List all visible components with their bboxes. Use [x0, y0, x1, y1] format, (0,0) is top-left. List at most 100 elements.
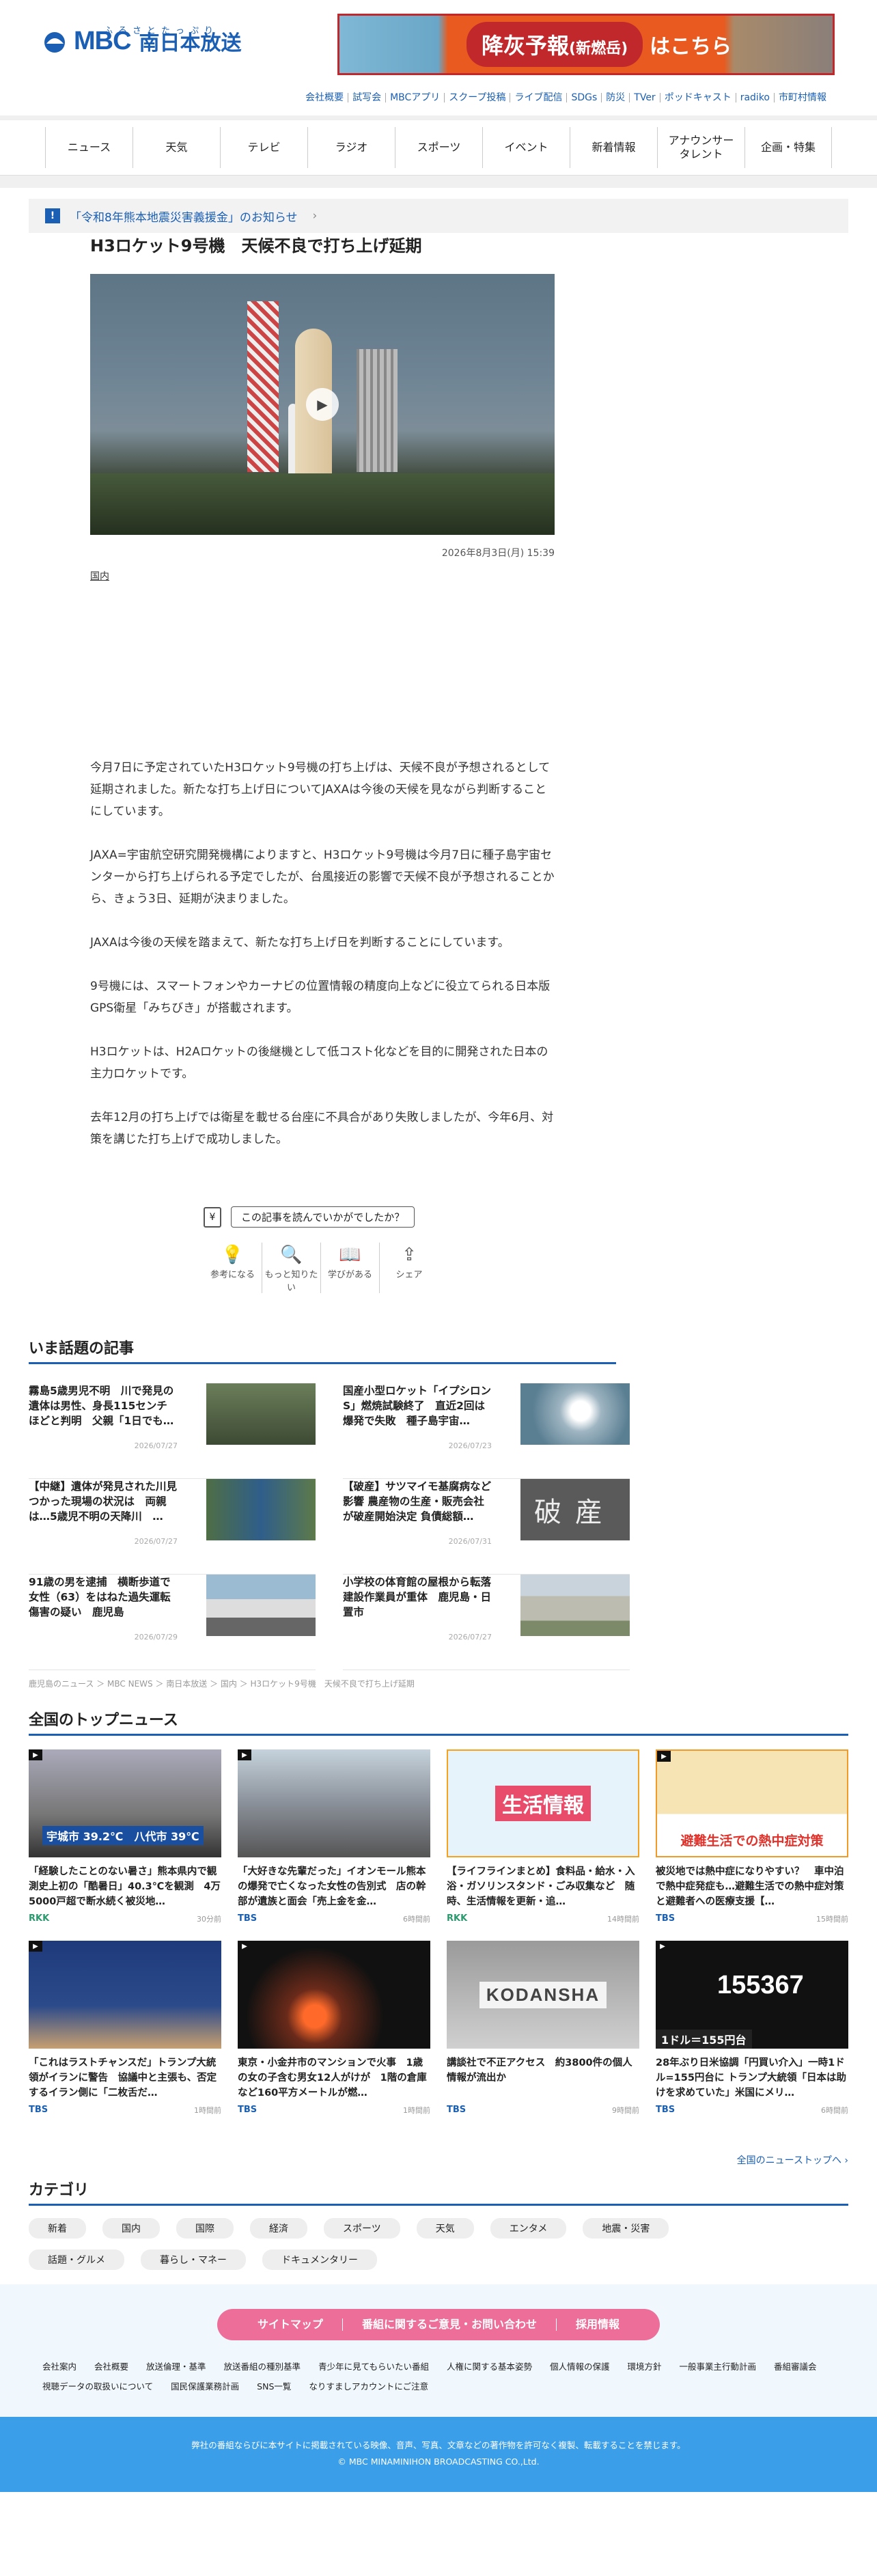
- trending-item[interactable]: 【中継】遺体が発見された川見つかった現場の状況は 両親は…5歳児不明の天降川 ……: [29, 1479, 316, 1575]
- trending-item[interactable]: 霧島5歳男児不明 川で発見の遺体は男性、身長115センチほどと判明 父親「1日で…: [29, 1383, 316, 1479]
- footer-link[interactable]: 放送番組の種別基準: [224, 2359, 301, 2372]
- share-button[interactable]: ⇪ シェア: [380, 1243, 439, 1293]
- news-card[interactable]: ▶ 「大好きな先輩だった」イオンモール熊本の爆発で亡くなった女性の告別式 店の幹…: [238, 1749, 430, 1924]
- category-chip[interactable]: 地震・災害: [583, 2218, 669, 2239]
- news-time: 6時間前: [821, 2106, 848, 2115]
- nav-item-sports[interactable]: スポーツ: [395, 127, 482, 168]
- category-chip[interactable]: 新着: [29, 2218, 86, 2239]
- footer-link[interactable]: 会社概要: [94, 2359, 128, 2372]
- nav-item-radio[interactable]: ラジオ: [307, 127, 395, 168]
- play-icon: ▶: [657, 1751, 671, 1762]
- news-title: 「大好きな先輩だった」イオンモール熊本の爆発で亡くなった女性の告別式 店の幹部が…: [238, 1866, 426, 1907]
- footer-link[interactable]: 会社案内: [42, 2359, 76, 2372]
- trending-item[interactable]: 【破産】サツマイモ基腐病など影響 農産物の生産・販売会社が破産開始決定 負債総額…: [343, 1479, 630, 1575]
- nav-item-tv[interactable]: テレビ: [220, 127, 307, 168]
- national-news-section: 全国のトップニュース ▶ 宇城市 39.2℃ 八代市 39℃ 「経験したことのな…: [29, 1708, 848, 2116]
- site-logo[interactable]: ふるさとたっぷり MBC 南日本放送: [41, 26, 242, 56]
- lightbulb-icon: 💡: [221, 1245, 244, 1265]
- news-source: TBS: [238, 2105, 257, 2115]
- footer-link[interactable]: 一般事業主行動計画: [680, 2359, 757, 2372]
- top-link[interactable]: radiko: [735, 93, 774, 102]
- category-chip[interactable]: 天気: [416, 2218, 474, 2239]
- heatstroke-label: 避難生活での熱中症対策: [680, 1833, 824, 1848]
- footer-link[interactable]: 番組審議会: [774, 2359, 817, 2372]
- book-icon: 📖: [339, 1245, 361, 1265]
- top-link[interactable]: 試写会: [348, 93, 385, 102]
- nav-item-new[interactable]: 新着情報: [570, 127, 657, 168]
- category-chip[interactable]: ドキュメンタリー: [262, 2249, 377, 2270]
- breadcrumb[interactable]: 鹿児島のニュース ＞ MBC NEWS ＞ 南日本放送 ＞ 国内 ＞ H3ロケッ…: [29, 1678, 415, 1689]
- nav-item-weather[interactable]: 天気: [133, 127, 220, 168]
- top-link[interactable]: 市町村情報: [774, 93, 831, 102]
- sitemap-link[interactable]: サイトマップ: [238, 2318, 342, 2331]
- copyright-bar: 弊社の番組ならびに本サイトに掲載されている映像、音声、写真、文章などの著作物を許…: [0, 2417, 877, 2492]
- footer-link[interactable]: 青少年に見てもらいたい番組: [318, 2359, 429, 2372]
- category-chip[interactable]: 経済: [250, 2218, 307, 2239]
- top-link[interactable]: ポッドキャスト: [659, 93, 736, 102]
- top-link[interactable]: SDGs: [566, 93, 601, 102]
- learned-button[interactable]: 📖 学びがある: [321, 1243, 380, 1293]
- trending-item[interactable]: 91歳の男を逮捕 横断歩道で女性（63）をはねた過失運転傷害の疑い 鹿児島 202…: [29, 1575, 316, 1670]
- trending-item-title: 小学校の体育館の屋根から転落 建設作業員が重体 鹿児島・日置市: [343, 1576, 502, 1618]
- helpful-button[interactable]: 💡 参考になる: [204, 1243, 262, 1293]
- feedback: ¥ この記事を読んでいかがでしたか？ 💡 参考になる 🔍 もっと知りたい 📖 学びがあ…: [204, 1206, 441, 1293]
- footer-link[interactable]: 国民保護業務計画: [171, 2379, 239, 2392]
- category-chip[interactable]: 国際: [176, 2218, 234, 2239]
- contact-link[interactable]: 番組に関するご意見・お問い合わせ: [342, 2318, 556, 2331]
- rate-board: 155367: [717, 1971, 804, 1999]
- notice-bar[interactable]: ! 「令和8年熊本地震災害義援金」のお知らせ ›: [29, 199, 848, 233]
- news-card[interactable]: KODANSHA 講談社で不正アクセス 約3800件の個人情報が流出か TBS 9…: [447, 1941, 639, 2116]
- top-link[interactable]: 会社概要: [301, 93, 348, 102]
- trending-thumb: [206, 1383, 316, 1445]
- top-link[interactable]: 防災: [601, 93, 629, 102]
- footer-link[interactable]: 個人情報の保護: [550, 2359, 610, 2372]
- news-card[interactable]: ▶ 155367 1ドル＝155円台 28年ぶり日米協調「円買い介入」一時1ドル…: [656, 1941, 848, 2116]
- national-news-title: 全国のトップニュース: [29, 1708, 848, 1736]
- nav-item-announcers[interactable]: アナウンサー タレント: [657, 127, 744, 168]
- copyright-notice: 弊社の番組ならびに本サイトに掲載されている映像、音声、写真、文章などの著作物を許…: [191, 2440, 686, 2450]
- play-icon[interactable]: ▶: [306, 388, 339, 421]
- site-footer: サイトマップ 番組に関するご意見・お問い合わせ 採用情報 会社案内 会社概要 放…: [0, 2284, 877, 2417]
- national-news-more-link[interactable]: 全国のニューストップへ ›: [737, 2153, 848, 2167]
- top-link[interactable]: TVer: [629, 93, 659, 102]
- news-card[interactable]: ▶ 東京・小金井市のマンションで火事 1歳の女の子含む男女12人がけが 1階の倉…: [238, 1941, 430, 2116]
- nav-item-events[interactable]: イベント: [482, 127, 570, 168]
- footer-link[interactable]: 人権に関する基本姿勢: [447, 2359, 532, 2372]
- button-label: もっと知りたい: [264, 1270, 318, 1293]
- category-chip[interactable]: 話題・グルメ: [29, 2249, 124, 2270]
- article-category[interactable]: 国内: [90, 569, 109, 583]
- top-link[interactable]: ライブ配信: [510, 93, 566, 102]
- video-player[interactable]: ▶: [90, 274, 555, 535]
- footer-link[interactable]: SNS一覧: [257, 2379, 291, 2392]
- footer-link[interactable]: 視聴データの取扱いについて: [42, 2379, 153, 2392]
- kodansha-sign: KODANSHA: [479, 1981, 607, 2008]
- notice-text: 「令和8年熊本地震災害義援金」のお知らせ: [70, 210, 298, 225]
- recruit-link[interactable]: 採用情報: [556, 2318, 639, 2331]
- nav-item-features[interactable]: 企画・特集: [744, 127, 832, 168]
- footer-link[interactable]: なりすましアカウントにご注意: [309, 2379, 428, 2392]
- nav-item-news[interactable]: ニュース: [45, 127, 133, 168]
- news-source: TBS: [656, 1913, 676, 1924]
- trending-item[interactable]: 国産小型ロケット「イプシロンS」燃焼試験終了 直近2回は爆発で失敗 種子島宇宙……: [343, 1383, 630, 1479]
- news-card[interactable]: ▶ 避難生活での熱中症対策 被災地では熱中症になりやすい？ 車中泊で熱中症発症も…: [656, 1749, 848, 1924]
- banner-pill-small: (新燃岳): [569, 40, 628, 57]
- trending-item[interactable]: 小学校の体育館の屋根から転落 建設作業員が重体 鹿児島・日置市 2026/07/2…: [343, 1575, 630, 1670]
- news-card[interactable]: ▶ 宇城市 39.2℃ 八代市 39℃ 「経験したことのない暑さ」熊本県内で観測…: [29, 1749, 221, 1924]
- category-chip[interactable]: エンタメ: [490, 2218, 567, 2239]
- top-link[interactable]: スクープ投稿: [444, 93, 510, 102]
- category-chip[interactable]: 暮らし・マネー: [141, 2249, 246, 2270]
- category-chip[interactable]: 国内: [102, 2218, 160, 2239]
- button-label: 学びがある: [327, 1270, 372, 1280]
- ashfall-banner[interactable]: 降灰予報(新燃岳) はこちら: [337, 14, 835, 75]
- news-time: 1時間前: [194, 2106, 221, 2115]
- top-link[interactable]: MBCアプリ: [385, 93, 444, 102]
- footer-link[interactable]: 環境方針: [627, 2359, 661, 2372]
- news-card[interactable]: ▶ 「これはラストチャンスだ」トランプ大統領がイランに警告 協議中と主張も、否定…: [29, 1941, 221, 2116]
- category-chip[interactable]: スポーツ: [324, 2218, 400, 2239]
- want-more-button[interactable]: 🔍 もっと知りたい: [262, 1243, 321, 1293]
- news-title: 東京・小金井市のマンションで火事 1歳の女の子含む男女12人がけが 1階の倉庫な…: [238, 2058, 427, 2099]
- footer-link[interactable]: 放送倫理・基準: [146, 2359, 206, 2372]
- top-links: 会社概要 試写会 MBCアプリ スクープ投稿 ライブ配信 SDGs 防災 TVe…: [301, 93, 831, 102]
- news-card[interactable]: 生活情報 【ライフラインまとめ】食料品・給水・入浴・ガソリンスタンド・ごみ収集な…: [447, 1749, 639, 1924]
- trending-item-title: 【破産】サツマイモ基腐病など影響 農産物の生産・販売会社が破産開始決定 負債総額…: [343, 1480, 492, 1523]
